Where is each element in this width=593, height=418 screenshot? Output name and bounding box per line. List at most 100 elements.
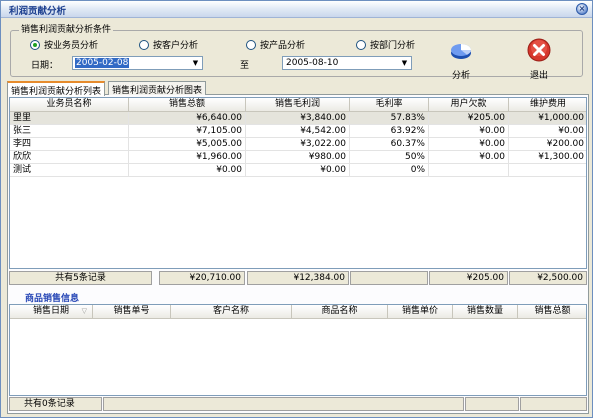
- summary-total-debt: ¥205.00: [429, 271, 508, 285]
- cell-name: 欣欣: [10, 151, 129, 164]
- column-header[interactable]: 销售总额: [129, 98, 246, 112]
- table-row[interactable]: 欣欣 ¥1,960.00 ¥980.00 50% ¥0.00 ¥1,300.00: [10, 151, 586, 164]
- column-header[interactable]: 销售总额: [518, 305, 586, 319]
- cell-sales: ¥7,105.00: [129, 125, 246, 138]
- cell-debt: ¥0.00: [429, 151, 509, 164]
- summary-margin: [350, 271, 428, 285]
- exit-button[interactable]: 退出: [519, 38, 559, 81]
- column-header[interactable]: 商品名称: [292, 305, 388, 319]
- profit-table: 业务员名称 销售总额 销售毛利润 毛利率 用户欠款 维护费用 里里 ¥6,640…: [9, 97, 587, 269]
- summary-row: 共有5条记录 ¥20,710.00 ¥12,384.00 ¥205.00 ¥2,…: [9, 271, 587, 285]
- table-header: 业务员名称 销售总额 销售毛利润 毛利率 用户欠款 维护费用: [10, 98, 586, 112]
- column-header[interactable]: 销售毛利润: [246, 98, 350, 112]
- cell-debt: ¥205.00: [429, 112, 509, 125]
- window-title: 利润贡献分析: [9, 6, 67, 17]
- cell-fee: ¥0.00: [509, 125, 586, 138]
- radio-label: 按客户分析: [153, 41, 199, 51]
- summary-total-fee: ¥2,500.00: [509, 271, 587, 285]
- column-header[interactable]: 销售单价: [388, 305, 453, 319]
- cell-fee: ¥200.00: [509, 138, 586, 151]
- date-to-select[interactable]: 2005-08-10 ▼: [282, 56, 412, 70]
- cell-fee: ¥1,300.00: [509, 151, 586, 164]
- column-label: 销售日期: [32, 306, 69, 316]
- analyze-label: 分析: [451, 71, 470, 81]
- cell-debt: [429, 164, 509, 177]
- table-row[interactable]: 张三 ¥7,105.00 ¥4,542.00 63.92% ¥0.00 ¥0.0…: [10, 125, 586, 138]
- cell-sales: ¥6,640.00: [129, 112, 246, 125]
- cell-name: 李四: [10, 138, 129, 151]
- cell-sales: ¥0.00: [129, 164, 246, 177]
- tab-analysis-list[interactable]: 销售利润贡献分析列表: [7, 81, 106, 97]
- cell-debt: ¥0.00: [429, 125, 509, 138]
- cell-margin: 50%: [350, 151, 429, 164]
- radio-dot[interactable]: [30, 39, 40, 50]
- cell-fee: [509, 164, 586, 177]
- chevron-down-icon[interactable]: ▼: [189, 57, 202, 69]
- status-cell: [103, 397, 464, 411]
- radio-by-customer[interactable]: 按客户分析: [139, 39, 199, 51]
- main-window: 利润贡献分析 × 销售利润贡献分析条件 按业务员分析 按客户分析 按产品分析 按…: [0, 0, 593, 418]
- summary-count: 共有5条记录: [9, 271, 152, 285]
- radio-by-department[interactable]: 按部门分析: [356, 39, 416, 51]
- table-row[interactable]: 测试 ¥0.00 ¥0.00 0%: [10, 164, 586, 177]
- cell-sales: ¥5,005.00: [129, 138, 246, 151]
- date-from-select[interactable]: 2005-02-08 ▼: [72, 56, 203, 70]
- date-from-value: 2005-02-08: [75, 58, 130, 68]
- pie-chart-icon: [451, 44, 471, 59]
- cell-profit: ¥3,022.00: [246, 138, 350, 151]
- sort-icon: ▽: [81, 307, 87, 315]
- sales-table-header: 销售日期 ▽ 销售单号 客户名称 商品名称 销售单价 销售数量 销售总额: [10, 305, 586, 319]
- exit-label: 退出: [529, 71, 548, 81]
- sales-status-bar: 共有0条记录: [9, 397, 587, 411]
- cell-profit: ¥0.00: [246, 164, 350, 177]
- cell-debt: ¥0.00: [429, 138, 509, 151]
- close-circle-icon: [527, 38, 551, 62]
- radio-by-salesperson[interactable]: 按业务员分析: [30, 39, 99, 51]
- chevron-down-icon[interactable]: ▼: [398, 57, 411, 69]
- table-row[interactable]: 李四 ¥5,005.00 ¥3,022.00 60.37% ¥0.00 ¥200…: [10, 138, 586, 151]
- date-to-value: 2005-08-10: [286, 58, 339, 68]
- radio-label: 按产品分析: [260, 41, 306, 51]
- summary-total-profit: ¥12,384.00: [247, 271, 349, 285]
- column-header[interactable]: 销售日期 ▽: [10, 305, 93, 319]
- cell-margin: 63.92%: [350, 125, 429, 138]
- status-cell: [465, 397, 519, 411]
- column-header[interactable]: 销售数量: [453, 305, 518, 319]
- cell-profit: ¥980.00: [246, 151, 350, 164]
- cell-profit: ¥4,542.00: [246, 125, 350, 138]
- close-icon[interactable]: ×: [576, 3, 588, 15]
- radio-label: 按业务员分析: [44, 41, 99, 51]
- sales-info-table: 销售日期 ▽ 销售单号 客户名称 商品名称 销售单价 销售数量 销售总额: [9, 304, 587, 396]
- cell-margin: 0%: [350, 164, 429, 177]
- column-header[interactable]: 业务员名称: [10, 98, 129, 112]
- column-header[interactable]: 毛利率: [350, 98, 429, 112]
- radio-by-product[interactable]: 按产品分析: [246, 39, 306, 51]
- cell-fee: ¥1,000.00: [509, 112, 586, 125]
- column-header[interactable]: 用户欠款: [429, 98, 509, 112]
- sales-info-title: 商品销售信息: [25, 294, 80, 304]
- conditions-legend: 销售利润贡献分析条件: [19, 22, 114, 35]
- radio-dot[interactable]: [139, 39, 149, 50]
- radio-label: 按部门分析: [370, 41, 416, 51]
- status-cell: [520, 397, 587, 411]
- cell-sales: ¥1,960.00: [129, 151, 246, 164]
- column-header[interactable]: 客户名称: [171, 305, 292, 319]
- cell-profit: ¥3,840.00: [246, 112, 350, 125]
- cell-name: 里里: [10, 112, 129, 125]
- analyze-button[interactable]: 分析: [441, 38, 481, 81]
- radio-dot[interactable]: [246, 39, 256, 50]
- to-label: 至: [240, 61, 250, 71]
- sales-count: 共有0条记录: [9, 397, 102, 411]
- title-bar: 利润贡献分析 ×: [1, 1, 592, 18]
- tab-analysis-chart[interactable]: 销售利润贡献分析图表: [108, 81, 207, 96]
- cell-name: 测试: [10, 164, 129, 177]
- column-header[interactable]: 销售单号: [93, 305, 171, 319]
- radio-dot[interactable]: [356, 39, 366, 50]
- table-row[interactable]: 里里 ¥6,640.00 ¥3,840.00 57.83% ¥205.00 ¥1…: [10, 112, 586, 125]
- summary-total-sales: ¥20,710.00: [159, 271, 245, 285]
- date-label: 日期：: [31, 61, 59, 71]
- column-header[interactable]: 维护费用: [509, 98, 586, 112]
- cell-margin: 60.37%: [350, 138, 429, 151]
- cell-name: 张三: [10, 125, 129, 138]
- cell-margin: 57.83%: [350, 112, 429, 125]
